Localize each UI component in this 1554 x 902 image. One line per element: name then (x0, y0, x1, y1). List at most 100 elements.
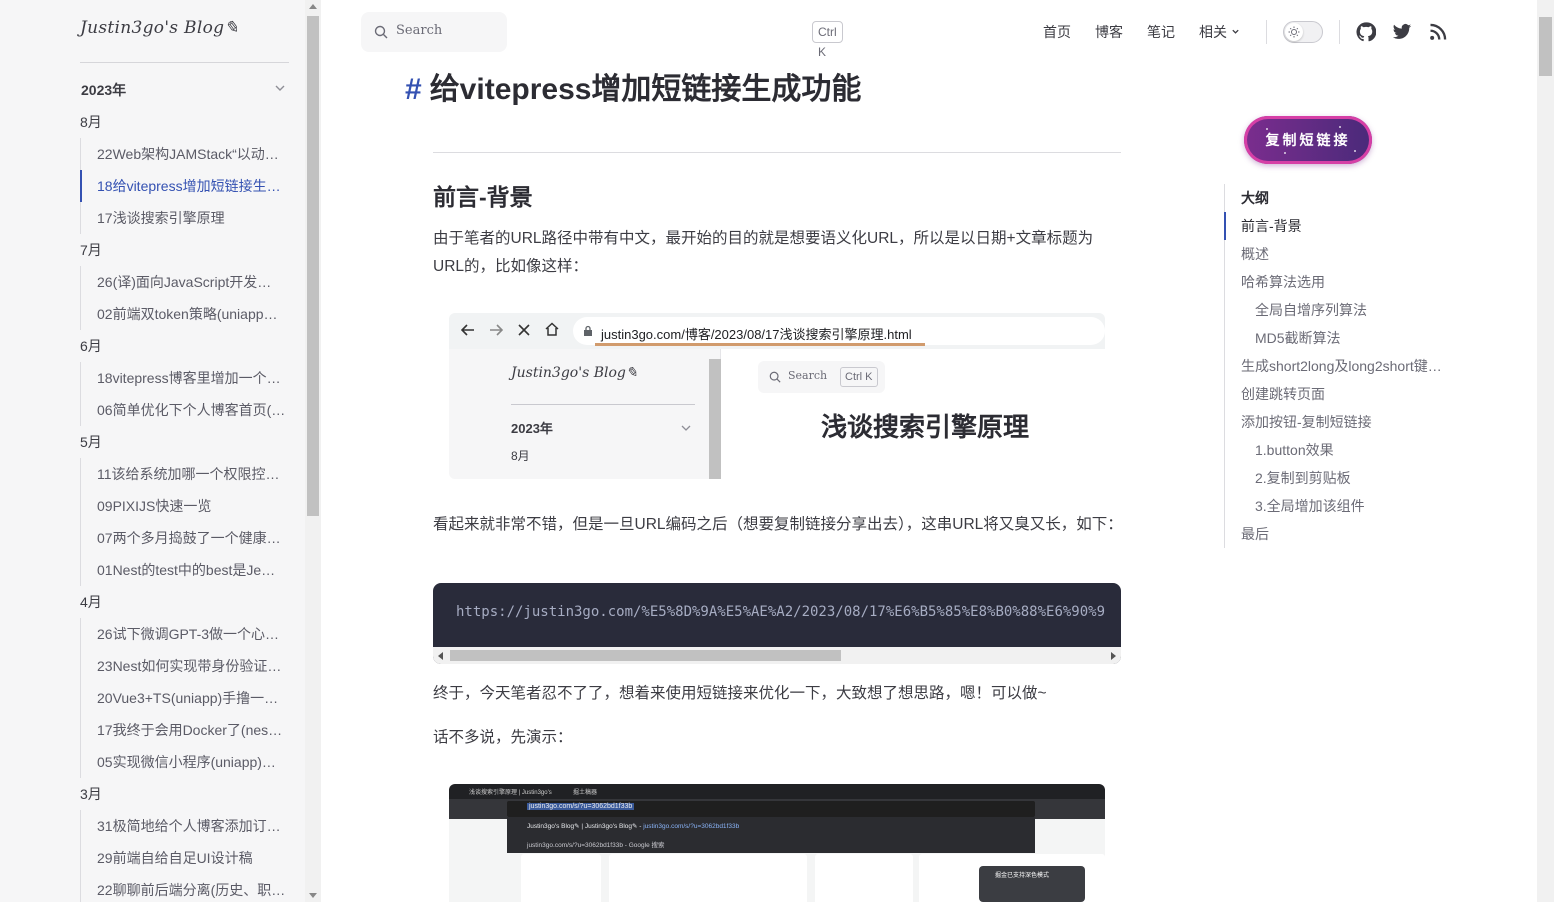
mini-divider (511, 404, 695, 405)
outline-item[interactable]: 生成short2long及long2short键… (1225, 352, 1454, 380)
page-title-text: 给vitepress增加短链接生成功能 (429, 73, 862, 106)
sidebar-item[interactable]: 31极简地给个人博客添加订… (81, 810, 292, 842)
toast: 掘金已支持深色模式 (979, 866, 1085, 902)
sidebar-scrollbar[interactable] (305, 0, 321, 902)
code-scrollbar[interactable] (433, 647, 1121, 664)
sidebar-item[interactable]: 18vitepress博客里增加一个… (81, 362, 292, 394)
site-logo[interactable]: Justin3go's Blog✎ (80, 18, 239, 38)
suggestion: justin3go.com/s/?u=3062bd1f33b - Google … (527, 842, 665, 849)
browser-toolbar: justin3go.com/博客/2023/08/17浅谈搜索引擎原理.html (449, 313, 1105, 349)
logo-divider (80, 62, 289, 63)
section-heading: 前言-背景 (433, 184, 533, 210)
sidebar-item[interactable]: 23Nest如何实现带身份验证… (81, 650, 292, 682)
sidebar-item[interactable]: 22聊聊前后端分离(历史、职… (81, 874, 292, 902)
url-field: justin3go.com/博客/2023/08/17浅谈搜索引擎原理.html (573, 317, 1105, 346)
sidebar-item[interactable]: 17浅谈搜索引擎原理 (81, 202, 292, 234)
code-text: https://justin3go.com/%E5%8D%9A%E5%AE%A2… (456, 604, 1106, 620)
paragraph: 终于，今天笔者忍不了了，想着来使用短链接来优化一下，大致想了想思路，嗯！可以做~ (433, 685, 1047, 702)
page-card (609, 854, 807, 902)
header-anchor-link[interactable]: # (405, 73, 422, 106)
sidebar-month-heading[interactable]: 5月 (80, 426, 292, 458)
sidebar-month-heading[interactable]: 4月 (80, 586, 292, 618)
outline-item[interactable]: 概述 (1225, 240, 1454, 268)
sidebar-item[interactable]: 20Vue3+TS(uniapp)手撸一… (81, 682, 292, 714)
nav-home[interactable]: 首页 (1043, 22, 1071, 42)
close-icon (518, 324, 530, 336)
sidebar-item[interactable]: 18给vitepress增加短链接生… (80, 170, 292, 202)
suggestion-title: Justin3go's Blog✎ | Justin3go's Blog✎ - (527, 823, 642, 830)
search-icon (374, 25, 388, 39)
mini-search: Search Ctrl K (758, 361, 885, 393)
mini-logo: Justin3go's Blog✎ (511, 365, 638, 381)
sidebar-item[interactable]: 26试下微调GPT-3做一个心… (81, 618, 292, 650)
code-scrollbar-thumb[interactable] (450, 650, 841, 661)
github-icon[interactable] (1356, 22, 1376, 42)
sparkle (1339, 126, 1341, 128)
mini-search-kbd: Ctrl K (840, 367, 878, 387)
sidebar-group: 26试下微调GPT-3做一个心… 23Nest如何实现带身份验证… 20Vue3+T… (80, 618, 292, 778)
paragraph: 话不多说，先演示： (433, 729, 573, 746)
twitter-icon[interactable] (1392, 22, 1412, 42)
sidebar-item[interactable]: 09PIXIJS快速一览 (81, 490, 292, 522)
mini-scrollbar (709, 359, 721, 479)
scroll-down-arrow[interactable] (309, 893, 317, 898)
article-screenshot-url-bar: justin3go.com/博客/2023/08/17浅谈搜索引擎原理.html… (449, 313, 1105, 479)
sidebar-item[interactable]: 29前端自给自足UI设计稿 (81, 842, 292, 874)
sidebar-item[interactable]: 05实现微信小程序(uniapp)… (81, 746, 292, 778)
sidebar-item[interactable]: 17我终于会用Docker了(nes… (81, 714, 292, 746)
mini-month: 8月 (511, 449, 530, 463)
outline-item[interactable]: 全局自增序列算法 (1225, 296, 1454, 324)
page-scrollbar[interactable] (1537, 0, 1554, 902)
nav-related-dropdown[interactable]: 相关 (1199, 22, 1240, 42)
sidebar-month-heading[interactable]: 3月 (80, 778, 292, 810)
outline-title: 大纲 (1241, 190, 1269, 206)
theme-toggle[interactable] (1283, 21, 1323, 43)
outline-item[interactable]: 创建跳转页面 (1225, 380, 1454, 408)
sidebar-group: 22Web架构JAMStack“以动… 18给vitepress增加短链接生… 17… (80, 138, 292, 234)
outline-item[interactable]: 2.复制到剪贴板 (1225, 464, 1454, 492)
outline-item[interactable]: 最后 (1225, 520, 1454, 548)
nav-notes[interactable]: 笔记 (1147, 22, 1175, 42)
sidebar-month-heading[interactable]: 8月 (80, 106, 292, 138)
sidebar-item[interactable]: 06简单优化下个人博客首页(… (81, 394, 292, 426)
search-button[interactable]: Search Ctrl K (361, 12, 843, 59)
scroll-left-arrow[interactable] (438, 652, 443, 660)
nav-blog[interactable]: 博客 (1095, 22, 1123, 42)
sidebar-item[interactable]: 22Web架构JAMStack“以动… (81, 138, 292, 170)
sidebar-item[interactable]: 26(译)面向JavaScript开发… (81, 266, 292, 298)
sidebar-item[interactable]: 07两个多月捣鼓了一个健康… (81, 522, 292, 554)
sidebar-item[interactable]: 02前端双token策略(uniapp… (81, 298, 292, 330)
sidebar-nav: 8月 22Web架构JAMStack“以动… 18给vitepress增加短链接生…… (80, 106, 292, 902)
outline-item[interactable]: 添加按钮-复制短链接 (1225, 408, 1454, 436)
paragraph: 看起来就非常不错，但是一旦URL编码之后（想要复制链接分享出去），这串URL将又… (433, 516, 1123, 533)
sidebar-month-heading[interactable]: 6月 (80, 330, 292, 362)
scroll-up-arrow[interactable] (309, 4, 317, 9)
sidebar-scrollbar-thumb[interactable] (307, 16, 319, 516)
toast-text: 掘金已支持深色模式 (995, 873, 1050, 879)
sparkle (1354, 150, 1356, 152)
sidebar-item[interactable]: 11该给系统加哪一个权限控… (81, 458, 292, 490)
nav-divider (1266, 20, 1267, 44)
outline-item[interactable]: 前言-背景 (1224, 212, 1454, 240)
mini-year: 2023年 (511, 421, 553, 436)
forward-arrow-icon (490, 324, 503, 336)
sidebar-year-heading[interactable]: 2023年 (81, 80, 126, 100)
page-scrollbar-thumb[interactable] (1539, 17, 1552, 76)
back-arrow-icon (461, 324, 474, 336)
sidebar-month-heading[interactable]: 7月 (80, 234, 292, 266)
url-underline (595, 343, 925, 346)
outline-item[interactable]: 3.全局增加该组件 (1225, 492, 1454, 520)
copy-button-label: 复制短链接 (1265, 132, 1351, 148)
sidebar-item[interactable]: 01Nest的test中的best是Je… (81, 554, 292, 586)
sidebar-group: 31极简地给个人博客添加订… 29前端自给自足UI设计稿 22聊聊前后端分离(历史、… (80, 810, 292, 902)
chevron-down-icon[interactable] (274, 82, 286, 94)
copy-short-link-button[interactable]: 复制短链接 (1244, 116, 1372, 164)
lock-icon (584, 325, 592, 336)
outline-item[interactable]: 1.button效果 (1225, 436, 1454, 464)
rss-icon[interactable] (1428, 22, 1448, 42)
scroll-right-arrow[interactable] (1111, 652, 1116, 660)
omnibox-text: justin3go.com/s/?u=3062bd1f33b (527, 803, 635, 810)
outline-item[interactable]: 哈希算法选用 (1225, 268, 1454, 296)
outline-item[interactable]: MD5截断算法 (1225, 324, 1454, 352)
chevron-down-icon (1232, 29, 1239, 34)
